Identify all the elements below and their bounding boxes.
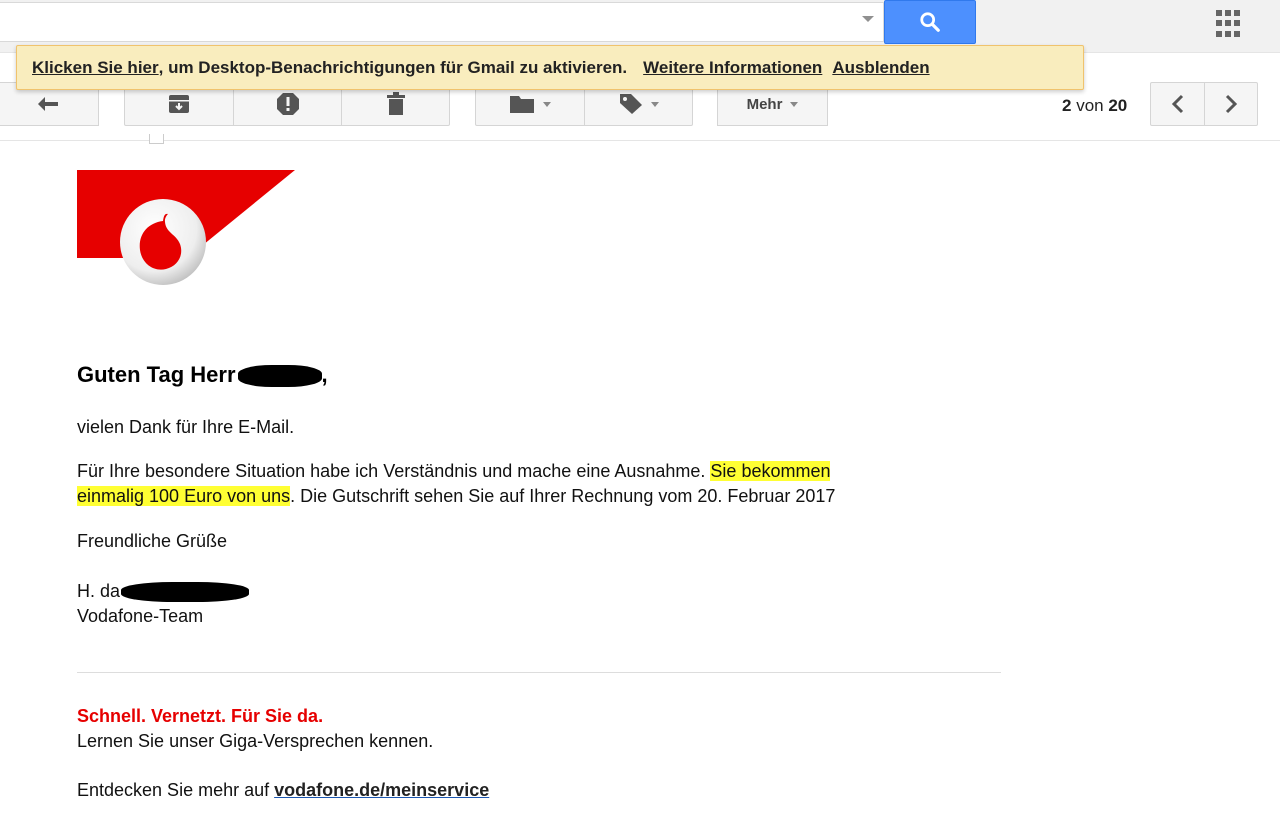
folder-icon — [510, 96, 534, 113]
chevron-left-icon — [1171, 94, 1183, 114]
vodafone-logo-icon — [77, 170, 295, 285]
more-button-label: Mehr — [746, 95, 783, 113]
delete-icon — [386, 92, 405, 115]
redacted-name — [237, 365, 322, 388]
email-closing: Freundliche Grüße — [77, 531, 228, 551]
search-options-chevron-icon[interactable] — [862, 16, 874, 22]
signature-team: Vodafone-Team — [77, 606, 204, 626]
checkbox-edge — [149, 134, 164, 144]
desktop-notification-banner: Klicken Sie hier, um Desktop-Benachricht… — [16, 45, 1084, 90]
meinservice-link[interactable]: vodafone.de/meinservice — [274, 780, 489, 800]
message-toolbar: Mehr 2 von 20 — [0, 82, 1280, 141]
discover-text: Entdecken Sie mehr auf — [77, 780, 275, 800]
reply-icon — [37, 97, 58, 111]
chevron-down-icon — [650, 101, 659, 107]
label-icon — [619, 94, 642, 114]
redacted-signature — [121, 582, 250, 603]
pager-of: von — [1071, 96, 1109, 115]
offer-highlight-1: Sie bekommen — [710, 461, 831, 481]
newer-button[interactable] — [1150, 82, 1205, 126]
offer-text-a: Für Ihre besondere Situation habe ich Ve… — [77, 461, 711, 481]
older-button[interactable] — [1204, 82, 1258, 126]
chevron-down-icon — [543, 101, 551, 107]
footer-slogan: Schnell. Vernetzt. Für Sie da. — [77, 706, 324, 726]
signature-prefix: H. da — [77, 581, 121, 601]
pager-count: 2 von 20 — [1062, 96, 1127, 116]
more-info-link[interactable]: Weitere Informationen — [643, 58, 822, 78]
chevron-down-icon — [790, 101, 799, 107]
email-signature: H. da Vodafone-Team — [77, 579, 250, 629]
search-button[interactable] — [884, 0, 976, 44]
footer-discover: Entdecken Sie mehr auf vodafone.de/meins… — [77, 778, 489, 803]
search-icon — [920, 12, 940, 32]
footer-divider — [77, 672, 1001, 673]
archive-icon — [169, 95, 189, 113]
apps-grid-icon[interactable] — [1216, 10, 1244, 38]
footer-slogan-sub: Lernen Sie unser Giga-Versprechen kennen… — [77, 731, 434, 751]
greeting-text: Guten Tag Herr — [77, 362, 236, 387]
offer-highlight-2: einmalig 100 Euro von uns — [77, 486, 291, 506]
dismiss-link[interactable]: Ausblenden — [832, 58, 929, 78]
pager-total: 20 — [1108, 96, 1128, 115]
email-line-thanks: vielen Dank für Ihre E-Mail. — [77, 417, 295, 437]
email-paragraph-offer: Für Ihre besondere Situation habe ich Ve… — [77, 459, 835, 509]
spam-icon — [276, 93, 299, 115]
email-greeting: Guten Tag Herr, — [77, 362, 328, 388]
offer-text-b: . Die Gutschrift sehen Sie auf Ihrer Rec… — [290, 486, 836, 506]
search-input[interactable] — [0, 2, 884, 42]
greeting-comma: , — [321, 362, 328, 387]
chevron-right-icon — [1225, 94, 1238, 114]
enable-notifications-link[interactable]: Klicken Sie hier — [32, 58, 159, 78]
notification-message: , um Desktop-Benachrichtigungen für Gmai… — [158, 57, 628, 77]
